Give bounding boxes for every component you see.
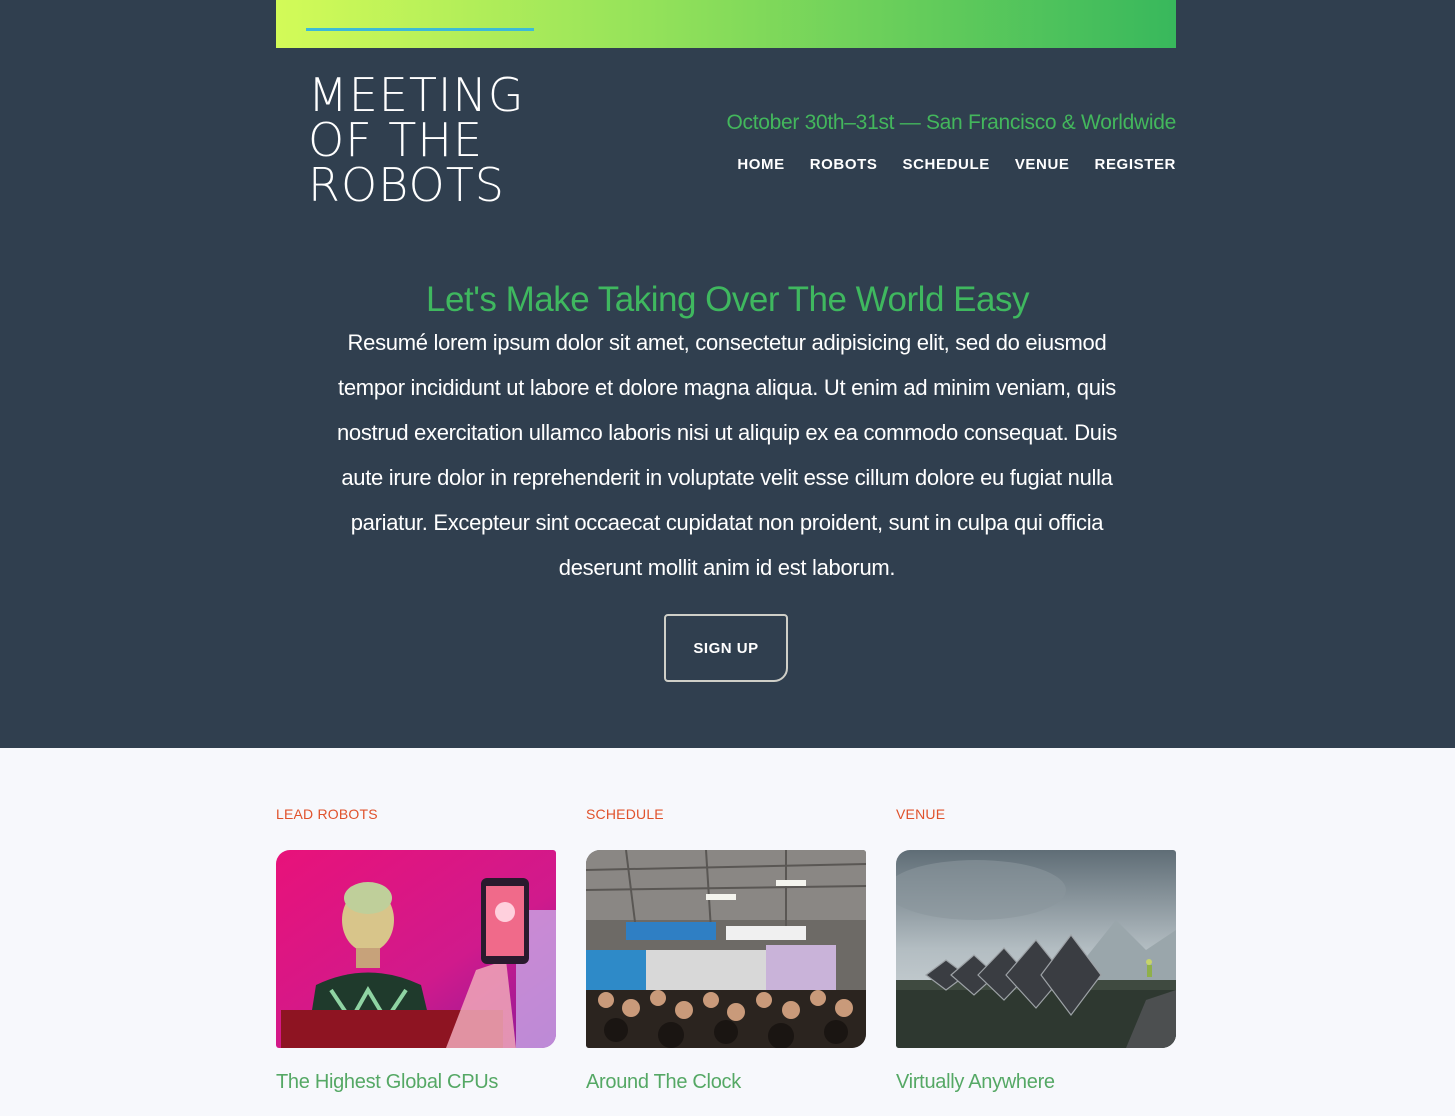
logo-line: MEETING: [308, 68, 525, 122]
logo-line: OF THE: [308, 113, 484, 167]
feature-cards: LEAD ROBOTS The Highest Global CPUs SCHE…: [276, 748, 1176, 1116]
card-label: VENUE: [896, 806, 946, 822]
venue-photo[interactable]: [896, 850, 1176, 1048]
hero-headline: Let's Make Taking Over The World Easy: [426, 280, 1029, 319]
robot-photo[interactable]: [276, 850, 556, 1048]
nav-register[interactable]: REGISTER: [1095, 156, 1176, 173]
nav-robots[interactable]: ROBOTS: [810, 156, 878, 173]
venue-photo-illustration: [896, 850, 1176, 1048]
site-logo[interactable]: MEETING OF THE ROBOTS: [308, 68, 568, 212]
card-label: LEAD ROBOTS: [276, 806, 378, 822]
hero-intro: Resumé lorem ipsum dolor sit amet, conse…: [336, 330, 1118, 580]
hero-section: MEETING OF THE ROBOTS October 30th–31st …: [0, 0, 1455, 748]
crowd-photo[interactable]: [586, 850, 866, 1048]
event-date: October 30th–31st — San Francisco & Worl…: [726, 111, 1177, 134]
nav-schedule[interactable]: SCHEDULE: [903, 156, 990, 173]
crowd-photo-illustration: [586, 850, 866, 1048]
logo-line: ROBOTS: [308, 158, 505, 212]
robot-photo-illustration: [276, 850, 556, 1048]
card-title[interactable]: The Highest Global CPUs: [276, 1071, 498, 1094]
sign-up-button[interactable]: SIGN UP: [664, 614, 788, 682]
card-title[interactable]: Around The Clock: [586, 1071, 741, 1094]
main-nav: HOME ROBOTS SCHEDULE VENUE REGISTER: [737, 156, 1176, 173]
topbar-accent-line: [306, 28, 534, 31]
nav-venue[interactable]: VENUE: [1015, 156, 1070, 173]
card-title[interactable]: Virtually Anywhere: [896, 1071, 1055, 1094]
nav-home[interactable]: HOME: [737, 156, 784, 173]
top-gradient-bar: [276, 0, 1176, 48]
card-label: SCHEDULE: [586, 806, 664, 822]
